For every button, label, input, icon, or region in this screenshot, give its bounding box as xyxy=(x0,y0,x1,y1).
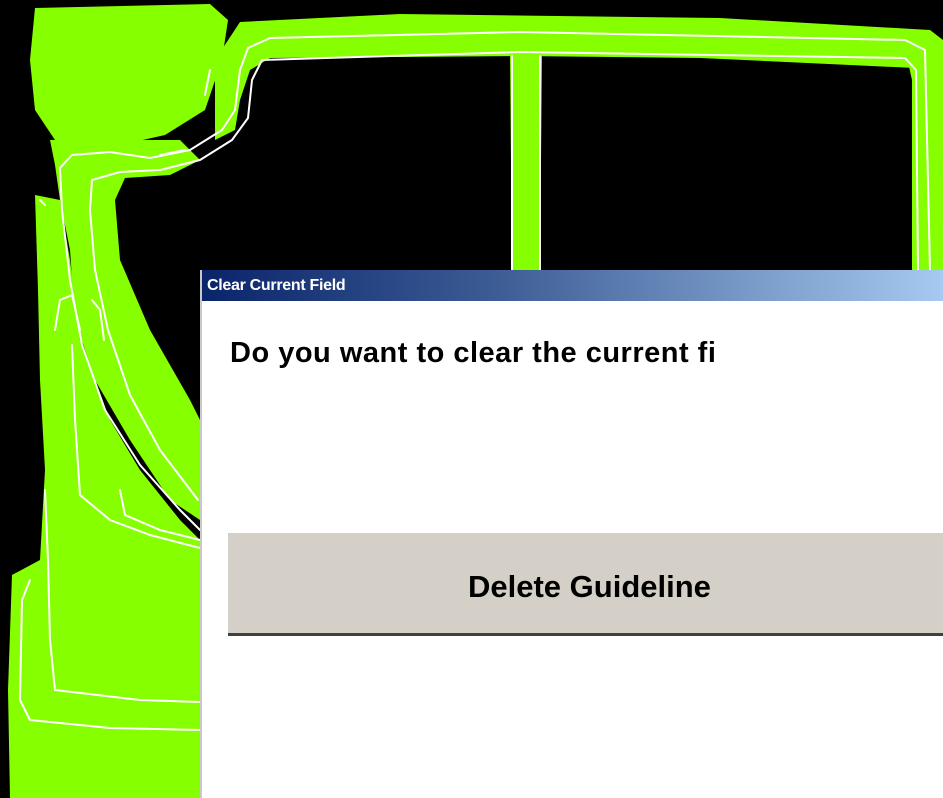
field-headland-blob xyxy=(30,4,228,150)
dialog-title: Clear Current Field xyxy=(207,277,346,294)
field-middle-lane xyxy=(510,52,542,270)
dialog-titlebar[interactable]: Clear Current Field xyxy=(202,270,943,301)
delete-guideline-label: Delete Guideline xyxy=(468,569,711,604)
delete-guideline-button[interactable]: Delete Guideline xyxy=(228,532,943,636)
clear-field-dialog: Clear Current Field Do you want to clear… xyxy=(200,270,943,798)
dialog-message: Do you want to clear the current fi xyxy=(230,337,717,369)
